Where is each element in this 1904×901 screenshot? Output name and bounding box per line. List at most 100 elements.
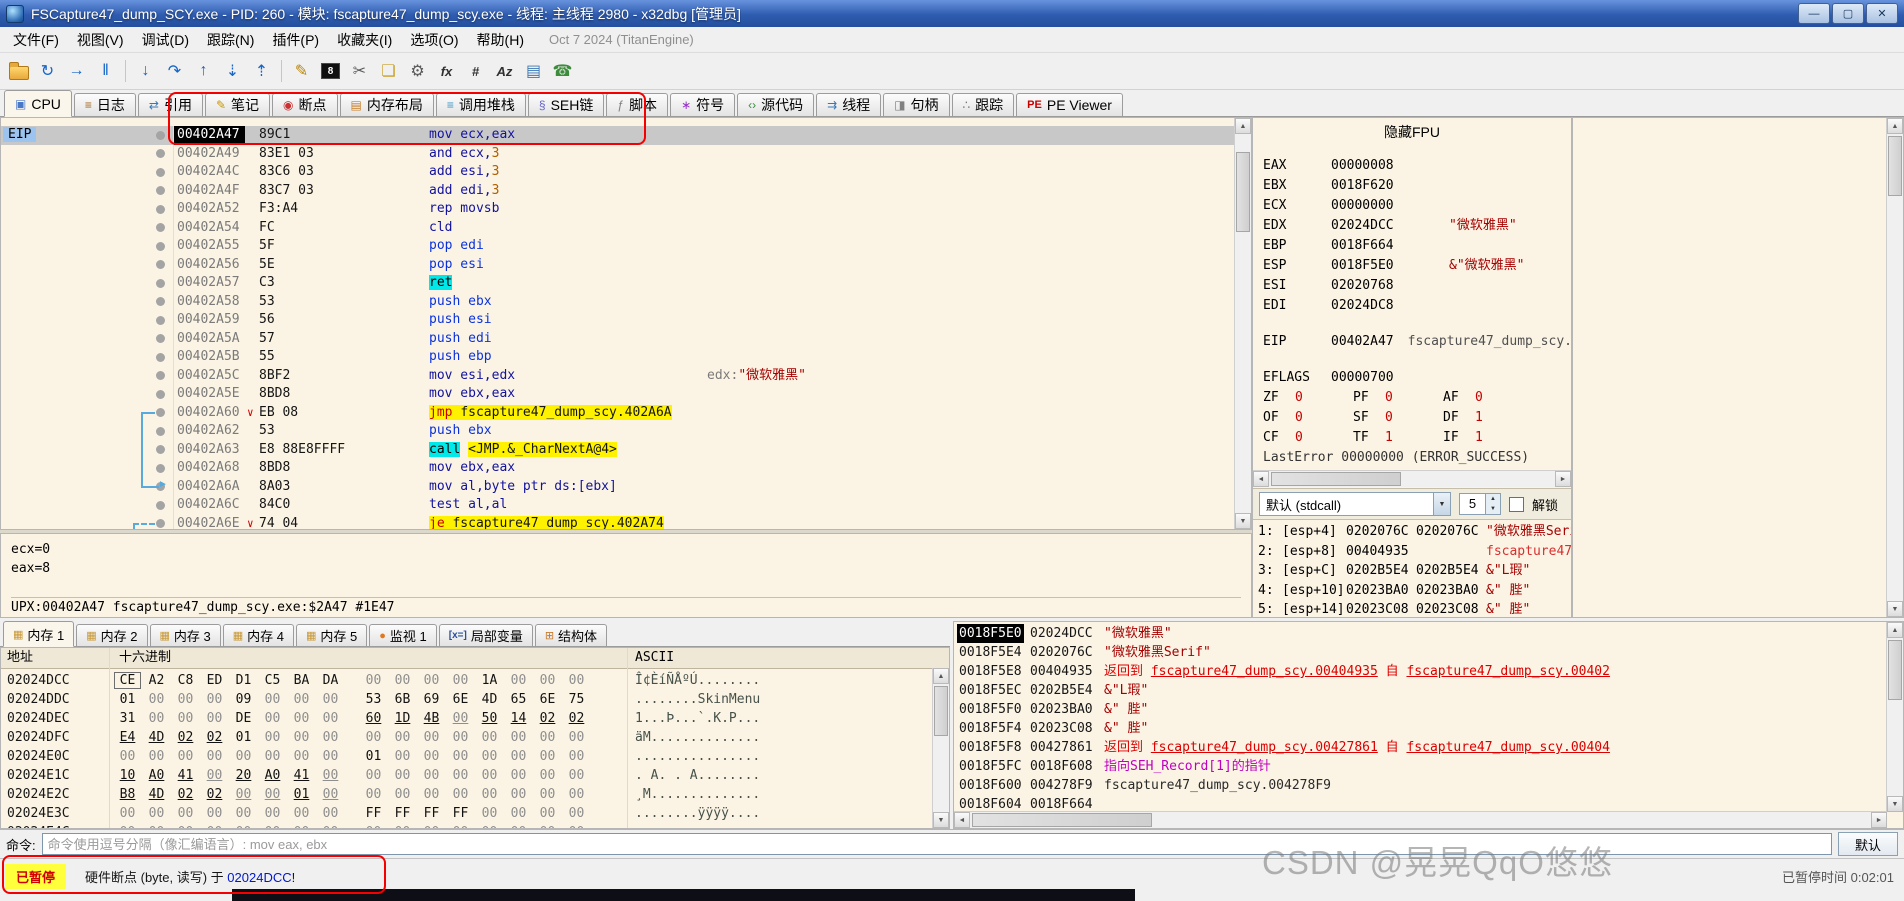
disassembly-pane[interactable]: 00402A47 89C1 mov ecx,eax 00402A49 83E1 03 an… xyxy=(0,117,1252,530)
scroll-right-icon[interactable]: ► xyxy=(1871,812,1887,828)
stepper-up-icon[interactable]: ▲ xyxy=(1486,494,1500,504)
scrollbar-track[interactable] xyxy=(933,684,949,812)
close-button[interactable]: ✕ xyxy=(1866,3,1898,24)
register-row[interactable]: EDI 02024DC8 xyxy=(1253,296,1571,316)
tab-dump-1[interactable]: ▦ 内存 1 xyxy=(3,621,75,647)
breakpoint-dot[interactable] xyxy=(156,519,165,528)
breakpoint-dot[interactable] xyxy=(156,352,165,362)
disasm-row[interactable]: 00402A68 8BD8 mov ebx,eax xyxy=(1,459,1251,478)
attach-remote-button[interactable]: ☎ xyxy=(549,58,576,85)
log-window-button[interactable]: 8 xyxy=(317,58,344,85)
settings-button[interactable]: ⚙ xyxy=(404,58,431,85)
breakpoint-dot[interactable] xyxy=(156,371,165,380)
dump-row[interactable]: 02024DEC 31 00 00 00 DE 00 00 00 60 1D 4B 00 50 14 02 02… xyxy=(1,709,949,728)
disasm-row[interactable]: 00402A56 5E pop esi xyxy=(1,255,1251,274)
notes-button[interactable]: ✎ xyxy=(288,58,315,85)
scroll-up-icon[interactable]: ▲ xyxy=(933,668,949,684)
title-bar[interactable]: FSCapture47_dump_SCY.exe - PID: 260 - 模块… xyxy=(0,0,1904,27)
scroll-up-icon[interactable]: ▲ xyxy=(1235,118,1251,134)
scrollbar-track[interactable] xyxy=(1235,134,1251,513)
tab-references[interactable]: ⇄ 引用 xyxy=(137,93,203,116)
disasm-row[interactable]: 00402A6A 8A03 mov al,byte ptr ds:[ebx] xyxy=(1,477,1251,496)
restart-button[interactable]: ↻ xyxy=(34,58,61,85)
dump-row[interactable]: 02024DFC E4 4D 02 02 01 00 00 00 00 00 00 00 00 00 00 00… xyxy=(1,728,949,747)
breakpoint-address-link[interactable]: 02024DCC xyxy=(227,870,291,885)
scrollbar-thumb[interactable] xyxy=(972,813,1152,827)
tab-script[interactable]: ƒ 脚本 xyxy=(606,93,669,116)
tab-call-stack[interactable]: ≡ 调用堆栈 xyxy=(435,93,526,116)
right-pane-scrollbar[interactable]: ▲ ▼ xyxy=(1886,118,1903,617)
scrollbar-thumb[interactable] xyxy=(1236,152,1250,232)
disassembly-scrollbar[interactable]: ▲ ▼ xyxy=(1234,118,1251,529)
scrollbar-thumb[interactable] xyxy=(1271,472,1401,486)
tab-notes[interactable]: ✎ 笔记 xyxy=(204,93,271,116)
registers-hscrollbar[interactable]: ◄ ► xyxy=(1253,470,1571,487)
patches-button[interactable]: ✂ xyxy=(346,58,373,85)
breakpoint-dot[interactable] xyxy=(156,149,165,158)
breakpoint-dot[interactable] xyxy=(156,167,165,177)
breakpoint-dot[interactable] xyxy=(156,278,165,288)
breakpoint-dot[interactable] xyxy=(156,389,165,399)
disasm-row[interactable]: 00402A47 89C1 mov ecx,eax xyxy=(1,126,1251,145)
breakpoint-dot[interactable] xyxy=(156,204,165,214)
scroll-down-icon[interactable]: ▼ xyxy=(1887,601,1903,617)
menu-item-6[interactable]: 收藏夹(I) xyxy=(328,29,401,51)
scrollbar-track[interactable] xyxy=(1269,471,1555,487)
tab-dump-2[interactable]: ▦ 内存 2 xyxy=(76,624,148,646)
argument-row[interactable]: 1: [esp+4] 0202076C 0202076C "微软雅黑Serif xyxy=(1253,522,1571,542)
disasm-row[interactable]: 00402A54 FC cld xyxy=(1,218,1251,237)
disasm-row[interactable]: 00402A6C 84C0 test al,al xyxy=(1,496,1251,515)
argument-row[interactable]: 2: [esp+8] 00404935 fscapture47_dump_scy.0 xyxy=(1253,542,1571,562)
stack-row[interactable]: 0018F5E4 0202076C "微软雅黑Serif" xyxy=(954,643,1903,662)
disasm-row[interactable]: 00402A60 ∨ EB 08 jmp fscapture47_dump_scy.4… xyxy=(1,403,1251,422)
unlock-checkbox[interactable] xyxy=(1509,496,1524,512)
dump-row[interactable]: 02024E2C B8 4D 02 02 00 00 01 00 00 00 00 00 00 00 00 00… xyxy=(1,785,949,804)
disasm-row[interactable]: 00402A4F 83C7 03 add edi,3 xyxy=(1,181,1251,200)
scrollbar-track[interactable] xyxy=(1887,134,1903,601)
disasm-row[interactable]: 00402A4C 83C6 03 add esi,3 xyxy=(1,163,1251,182)
dump-row[interactable]: 02024E0C 00 00 00 00 00 00 00 00 01 00 00 00 00 00 00 00… xyxy=(1,747,949,766)
scroll-up-icon[interactable]: ▲ xyxy=(1887,622,1903,638)
tab-pe-viewer[interactable]: PE PE Viewer xyxy=(1016,93,1123,116)
breakpoint-dot[interactable] xyxy=(156,241,165,251)
run-button[interactable]: → xyxy=(63,58,90,85)
register-row[interactable]: EAX 00000008 xyxy=(1253,156,1571,176)
register-row[interactable]: EBP 0018F664 xyxy=(1253,236,1571,256)
disasm-row[interactable]: 00402A5E 8BD8 mov ebx,eax xyxy=(1,385,1251,404)
stack-row[interactable]: 0018F5FC 0018F608 指向SEH_Record[1]的指针 xyxy=(954,757,1903,776)
register-row-eip[interactable]: EIP 00402A47 fscapture47_dump_scy.00 xyxy=(1253,332,1571,352)
scroll-down-icon[interactable]: ▼ xyxy=(1235,513,1251,529)
tab-breakpoints[interactable]: ◉ 断点 xyxy=(272,93,338,116)
calling-convention-select[interactable]: 默认 (stdcall) ▼ xyxy=(1259,492,1451,516)
flags-row[interactable]: ZF 0 PF 0 AF 0 xyxy=(1253,388,1571,408)
breakpoint-dot[interactable] xyxy=(156,408,165,417)
stack-row[interactable]: 0018F5F4 02023C08 &" 䏶" xyxy=(954,719,1903,738)
stack-row[interactable]: 0018F5E8 00404935 返回到 fscapture47_dump_scy… xyxy=(954,662,1903,681)
menu-item-1[interactable]: 文件(F) xyxy=(4,29,68,51)
menu-item-7[interactable]: 选项(O) xyxy=(401,29,467,51)
register-row[interactable]: ECX 00000000 xyxy=(1253,196,1571,216)
breakpoint-dot[interactable] xyxy=(156,186,165,195)
disasm-row[interactable]: 00402A6E ∨ 74 04 je fscapture47_dump_scy.40… xyxy=(1,514,1251,529)
tab-watch-1[interactable]: ● 监视 1 xyxy=(369,624,437,646)
tab-log[interactable]: ≡ 日志 xyxy=(73,93,136,116)
memory-dump-pane[interactable]: 地址 十六进制 ASCII 02024DCC CE A2 C8 ED D1 C5 BA DA 00… xyxy=(0,647,950,829)
dump-scrollbar[interactable]: ▲ ▼ xyxy=(932,668,949,828)
favourite-commands-button[interactable]: # xyxy=(462,58,489,85)
stack-row[interactable]: 0018F5EC 0202B5E4 &"L瑕" xyxy=(954,681,1903,700)
register-row[interactable]: EBX 0018F620 xyxy=(1253,176,1571,196)
breakpoint-dot[interactable] xyxy=(156,334,165,343)
breakpoint-dot[interactable] xyxy=(156,482,165,491)
disasm-row[interactable]: 00402A63 E8 88E8FFFF call <JMP.&_CharNextA… xyxy=(1,440,1251,459)
stack-hscrollbar[interactable]: ◄ ► xyxy=(954,811,1887,828)
tab-symbols[interactable]: ∗ 符号 xyxy=(670,93,736,116)
stack-vscrollbar[interactable]: ▲ ▼ xyxy=(1886,622,1903,812)
favourite-functions-button[interactable]: fx xyxy=(433,58,460,85)
execute-till-return-button[interactable]: ↑ xyxy=(190,58,217,85)
minimize-button[interactable]: — xyxy=(1798,3,1830,24)
disasm-row[interactable]: 00402A59 56 push esi xyxy=(1,311,1251,330)
disasm-row[interactable]: 00402A5A 57 push edi xyxy=(1,329,1251,348)
dump-row[interactable]: 02024E1C 10 A0 41 00 20 A0 41 00 00 00 00 00 00 00 00 00… xyxy=(1,766,949,785)
breakpoint-dot[interactable] xyxy=(156,500,165,510)
argument-count-stepper[interactable]: 5 ▲ ▼ xyxy=(1459,493,1501,515)
